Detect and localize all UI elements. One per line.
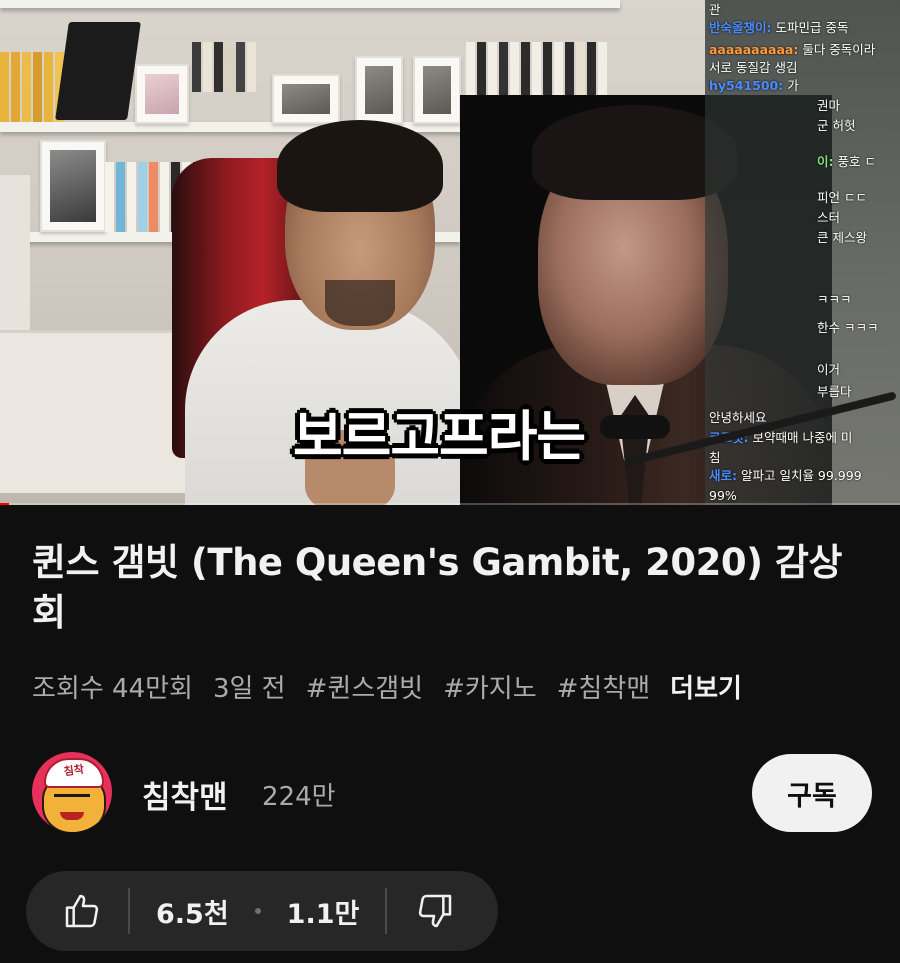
chat-text: 알파고 일치율 99.999 [737, 468, 862, 483]
chat-text: 군 허헛 [817, 118, 856, 133]
chat-text: 권마 [817, 98, 841, 113]
hashtag[interactable]: #퀸스갬빗 [306, 668, 423, 705]
chat-text: 풍호 ㄷ [833, 154, 876, 169]
subscribe-button[interactable]: 구독 [752, 754, 872, 832]
chat-message: 관 [709, 0, 721, 20]
chat-text: 관 [709, 2, 721, 17]
chat-message: 한수 ㅋㅋㅋ [817, 318, 878, 338]
upload-age: 3일 전 [212, 674, 286, 704]
avatar-cap: 침착 [44, 758, 104, 788]
channel-row: 침착 침착맨 224만 구독 [32, 752, 872, 836]
books [0, 48, 64, 122]
subscriber-count: 224만 [262, 782, 336, 812]
chat-message: 서로 동질감 생김 [709, 58, 797, 78]
picture-frame [355, 56, 403, 124]
books [466, 40, 607, 98]
video-progress-bar[interactable] [0, 503, 900, 505]
hashtag[interactable]: #카지노 [443, 668, 537, 705]
hashtag[interactable]: #침착맨 [557, 668, 651, 705]
separator-dot [254, 908, 261, 914]
like-button[interactable] [62, 871, 102, 951]
chat-nickname: aaaaaaaaaa: [709, 42, 799, 57]
divider [385, 888, 388, 934]
more-button[interactable]: 더보기 [670, 668, 742, 705]
chat-message: 이: 풍호 ㄷ [817, 152, 876, 172]
chat-message: 이거 [817, 360, 840, 380]
cabinet [0, 330, 200, 493]
chat-nickname: 이: [817, 154, 834, 169]
chat-text: 둘다 중독이라 [798, 42, 876, 57]
channel-name[interactable]: 침착맨 [142, 772, 228, 817]
chat-text: 큰 제스왕 [817, 230, 867, 245]
chat-message: aaaaaaaaaa: 둘다 중독이라 [709, 40, 875, 60]
thumbs-up-icon [65, 894, 99, 928]
microphone-arm [600, 391, 900, 467]
video-player[interactable]: 관 반숙올챙이: 도파민급 중독 aaaaaaaaaa: 둘다 중독이라 서로 동질감… [0, 0, 900, 505]
video-progress-fill [0, 503, 9, 505]
chat-message: 새로: 알파고 일치율 99.999 [709, 466, 862, 486]
chat-text: ㅋㅋㅋ [817, 292, 852, 307]
chat-message: 반숙올챙이: 도파민급 중독 [709, 18, 848, 38]
picture-frame [135, 64, 189, 124]
books [192, 40, 256, 92]
laptop [55, 22, 141, 120]
chat-text: 서로 동질감 생김 [709, 60, 798, 75]
chat-message: 군 허헛 [817, 116, 855, 136]
picture-frame [272, 74, 340, 124]
video-title[interactable]: 퀸스 갬빗 (The Queen's Gambit, 2020) 감상회 [32, 538, 872, 638]
channel-avatar[interactable]: 침착 [32, 752, 112, 832]
chat-nickname: hy541500: [709, 78, 784, 93]
thumbs-down-icon [419, 894, 452, 928]
streamer-beard [325, 280, 395, 326]
chat-text: 이거 [817, 362, 841, 377]
chat-message: hy541500: 가 [709, 76, 799, 96]
dislike-button[interactable] [415, 871, 455, 951]
chat-text: 피언 ㄷㄷ [817, 190, 867, 205]
view-count: 조회수 44만회 [32, 674, 193, 704]
chat-message: 권마 [817, 96, 840, 116]
chat-text: 99% [709, 488, 737, 503]
reaction-count[interactable]: 1.1만 [287, 892, 360, 931]
picture-frame [413, 56, 461, 124]
avatar-eyes [54, 794, 90, 805]
chat-message: 큰 제스왕 [817, 228, 867, 248]
chat-text: 가 [783, 78, 799, 93]
divider [128, 888, 130, 934]
chat-text: 스터 [817, 210, 841, 225]
chat-message: 스터 [817, 208, 840, 228]
cabinet [0, 175, 30, 345]
like-count[interactable]: 6.5천 [156, 892, 229, 931]
chat-nickname: 반숙올챙이: [709, 20, 772, 35]
like-dislike-pill: 6.5천 1.1만 [26, 871, 498, 951]
chat-nickname: 새로: [709, 468, 737, 483]
shelf [0, 0, 620, 8]
chat-text: 도파민급 중독 [771, 20, 849, 35]
picture-frame [40, 140, 106, 232]
video-subtitle-caption: 보르고프라는 [293, 405, 586, 468]
video-metadata[interactable]: 조회수 44만회 3일 전 #퀸스갬빗 #카지노 #침착맨 더보기 [32, 668, 742, 705]
chat-message: ㅋㅋㅋ [817, 290, 852, 310]
chat-text: 한수 ㅋㅋㅋ [817, 320, 879, 335]
streamer-hair [277, 120, 443, 212]
chat-message: 피언 ㄷㄷ [817, 188, 867, 208]
avatar-cap-text: 침착 [62, 762, 85, 779]
